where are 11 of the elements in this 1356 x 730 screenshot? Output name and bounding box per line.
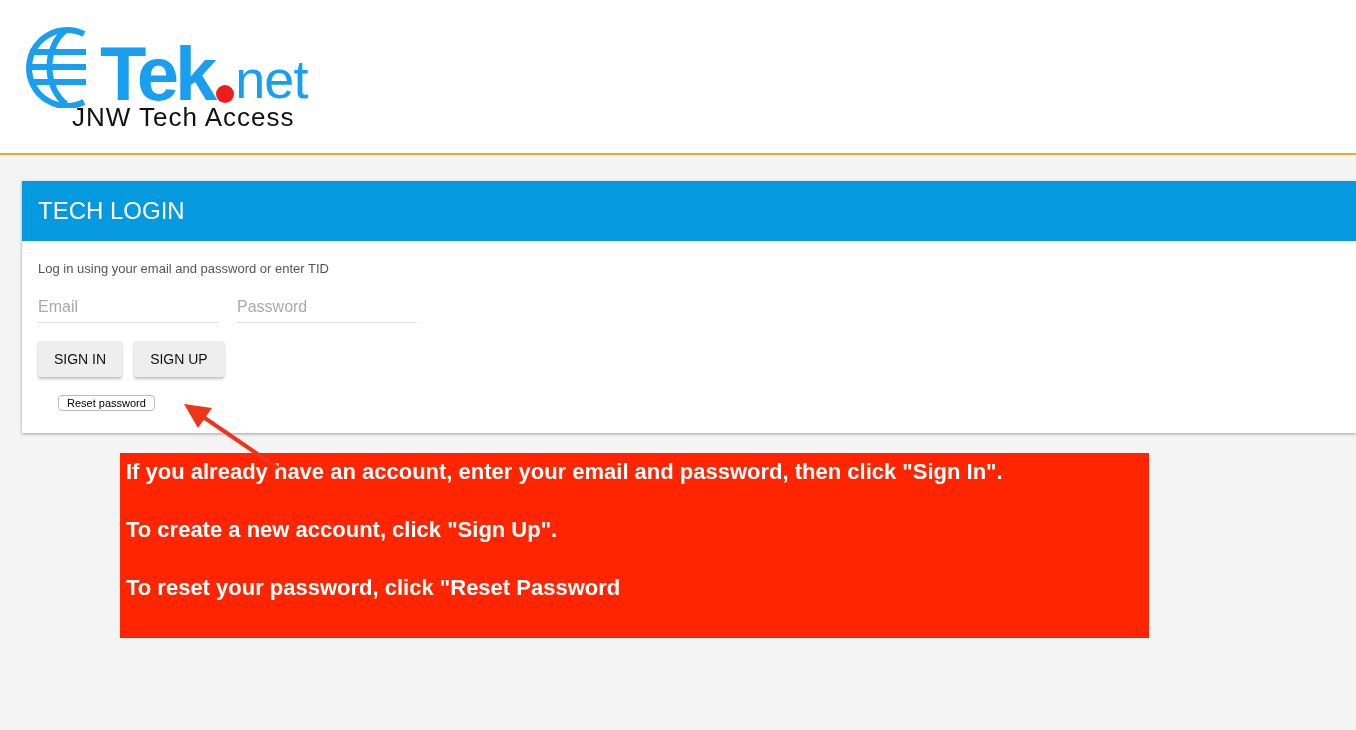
instruction-text: Log in using your email and password or enter TID bbox=[38, 261, 330, 276]
annotation-text: To create a new account, click "Sign Up". bbox=[126, 516, 559, 544]
reset-password-button[interactable]: Reset password bbox=[58, 395, 155, 411]
input-field[interactable]: Email bbox=[38, 294, 218, 323]
logo-wordmark: net bbox=[235, 52, 308, 106]
input-field[interactable]: Password bbox=[237, 294, 417, 323]
form-button[interactable]: SIGN IN bbox=[38, 341, 123, 377]
form-button[interactable]: SIGN UP bbox=[134, 341, 224, 377]
annotation-text: To reset your password, click "Reset Password bbox=[126, 574, 622, 602]
card-title: TECH LOGIN bbox=[38, 197, 185, 225]
annotation-text: If you already have an account, enter your email and password, then click "Sign In". bbox=[126, 458, 1004, 486]
